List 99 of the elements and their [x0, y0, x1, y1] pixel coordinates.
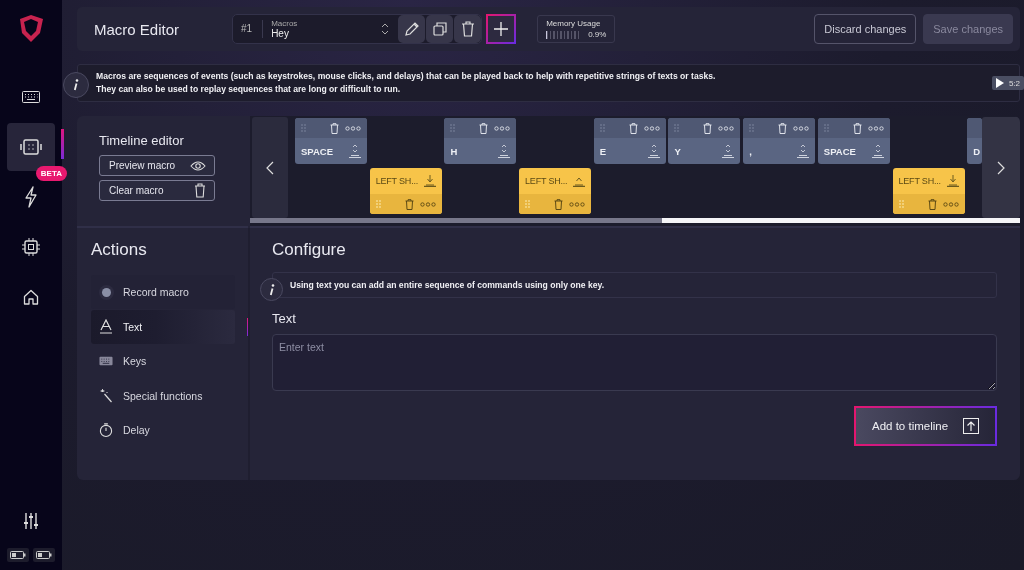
configure-title: Configure [272, 240, 347, 260]
chip-icon [22, 237, 40, 256]
action-item[interactable]: Delay [91, 413, 235, 447]
discard-button[interactable]: Discard changes [814, 14, 917, 44]
upload-icon [963, 418, 979, 434]
sliders-icon[interactable] [23, 512, 39, 530]
eye-icon [190, 160, 206, 171]
home-icon [23, 288, 39, 305]
info-text: Macros are sequences of events (such as keystrokes, mouse clicks, and delays) that can be played back to help with repetitive strings of texts or tasks. They can also be used to replay sequences that are long or difficult to run. [96, 70, 716, 96]
page-title: Macro Editor [94, 20, 181, 38]
more-icon[interactable] [569, 201, 586, 207]
key-event-card[interactable]: D [967, 118, 982, 164]
memory-label: Memory Usage [546, 19, 602, 28]
key-press-icon [722, 144, 735, 158]
key-press-icon [498, 144, 511, 158]
key-press-icon [797, 144, 810, 158]
lightning-icon [24, 185, 38, 208]
key-down-icon [946, 175, 959, 187]
video-time: 5:2 [1008, 78, 1020, 88]
key-event-card[interactable]: SPACE [817, 118, 890, 164]
preview-button[interactable]: Preview macro [99, 155, 215, 176]
event-label: , [749, 145, 752, 157]
beta-badge: BETA [35, 166, 67, 181]
event-label: SPACE [823, 145, 856, 157]
text-input-field[interactable]: Enter text [272, 334, 997, 391]
more-icon[interactable] [718, 125, 735, 131]
trash-icon[interactable] [927, 198, 937, 210]
memory-reading: 0.9% [588, 30, 607, 39]
shield-logo-icon [17, 14, 45, 44]
delete-button[interactable] [454, 15, 482, 43]
key-event-card[interactable]: Y [668, 118, 741, 164]
action-item[interactable]: Special functions [91, 378, 235, 413]
timeline-title: Timeline editor [99, 133, 185, 148]
key-event-card[interactable]: E [593, 118, 666, 164]
copy-button[interactable] [426, 15, 454, 43]
key-press-icon [647, 144, 660, 158]
more-icon[interactable] [419, 201, 436, 207]
more-icon[interactable] [643, 125, 660, 131]
stopwatch-icon [99, 422, 113, 438]
modifier-event-card[interactable]: LEFT SH... [892, 168, 965, 214]
selection-indicator [61, 129, 64, 159]
event-label: SPACE [301, 145, 334, 157]
battery-icon [7, 548, 29, 562]
drag-handle-icon[interactable] [525, 200, 531, 208]
drag-handle-icon[interactable] [898, 200, 904, 208]
action-item[interactable]: Text [91, 309, 235, 344]
nav-item[interactable] [7, 122, 55, 171]
text-icon [99, 319, 113, 334]
more-icon[interactable] [867, 125, 884, 131]
battery-icon [33, 548, 55, 562]
plus-icon [493, 21, 510, 37]
event-label: H [450, 145, 458, 157]
more-icon[interactable] [793, 125, 810, 131]
more-icon[interactable] [345, 125, 361, 131]
key-up-icon [573, 175, 586, 187]
clear-button[interactable]: Clear macro [99, 180, 215, 201]
trash-icon[interactable] [554, 198, 564, 210]
add-to-timeline-button[interactable]: Add to timeline [854, 406, 997, 446]
key-event-card[interactable]: , [743, 118, 816, 164]
event-label: E [599, 145, 607, 157]
keyboard-icon [99, 356, 113, 366]
timeline-scrollbar[interactable] [250, 218, 1020, 223]
pencil-icon [403, 21, 420, 37]
robot-icon [20, 138, 42, 155]
trash-icon[interactable] [404, 198, 414, 210]
event-label: LEFT SH... [898, 176, 941, 186]
modifier-event-card[interactable]: LEFT SH... [519, 168, 592, 214]
video-badge[interactable]: 5:2 [991, 76, 1024, 90]
keyboard-icon [22, 90, 40, 103]
record-icon [101, 287, 111, 297]
more-icon[interactable] [942, 201, 959, 207]
event-label: LEFT SH... [375, 176, 419, 186]
magic-wand-icon [99, 388, 113, 403]
macro-number: #1 [241, 20, 264, 38]
add-macro-button[interactable] [486, 14, 517, 44]
event-label: D [973, 145, 981, 157]
macro-select[interactable]: Macros Hey [263, 15, 398, 43]
field-label: Text [272, 311, 297, 326]
key-press-icon [349, 144, 361, 158]
event-label: LEFT SH... [525, 176, 568, 186]
play-icon [995, 78, 1004, 88]
drag-handle-icon[interactable] [375, 200, 381, 208]
chevron-icon [381, 23, 390, 35]
key-event-card[interactable]: H [444, 118, 517, 164]
key-event-card[interactable]: SPACE [295, 118, 367, 164]
chevron-right-icon [997, 160, 1005, 175]
copy-icon [431, 21, 448, 37]
hint-text: Using text you can add an entire sequence of commands using only one key. [290, 280, 605, 290]
actions-title: Actions [91, 240, 148, 260]
chevron-left-icon [266, 160, 274, 175]
key-press-icon [871, 144, 884, 158]
trash-icon [460, 21, 475, 37]
more-icon[interactable] [494, 125, 511, 131]
modifier-event-card[interactable]: LEFT SH... [369, 168, 442, 214]
action-item[interactable]: Keys [91, 344, 235, 378]
event-label: Y [674, 145, 681, 157]
key-down-icon [423, 175, 436, 187]
edit-button[interactable] [398, 15, 426, 43]
trash-icon [194, 183, 206, 198]
